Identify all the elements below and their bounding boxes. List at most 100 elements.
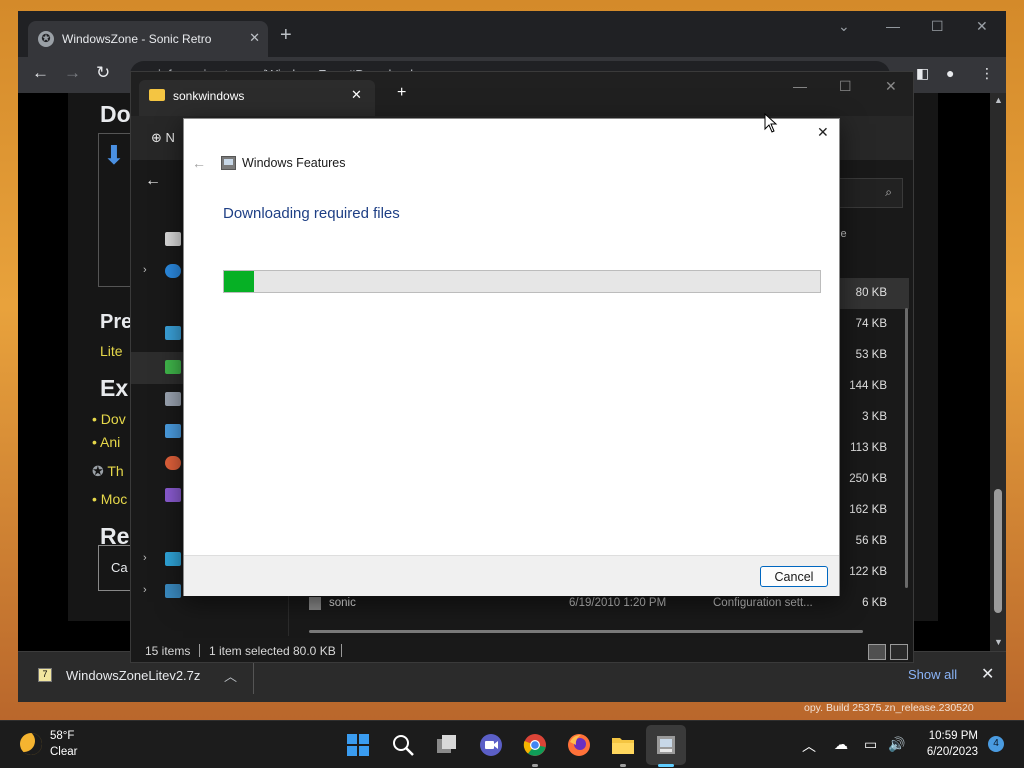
lite-link[interactable]: Lite bbox=[100, 343, 123, 359]
back-icon[interactable]: ← bbox=[145, 172, 161, 190]
minimize-icon[interactable]: — bbox=[886, 18, 900, 34]
browser-tab[interactable]: ✪ WindowsZone - Sonic Retro ✕ bbox=[28, 21, 268, 57]
close-window-icon[interactable]: ✕ bbox=[976, 18, 988, 35]
start-icon[interactable] bbox=[346, 733, 370, 757]
explorer-tab-title: sonkwindows bbox=[173, 89, 245, 103]
profile-icon[interactable]: ● bbox=[946, 65, 954, 81]
scrollbar-thumb[interactable] bbox=[994, 489, 1002, 613]
file-size: 3 KB bbox=[862, 411, 887, 423]
explorer-titlebar: sonkwindows ✕ + — ☐ ✕ bbox=[131, 72, 913, 116]
tab-search-icon[interactable]: ⌄ bbox=[838, 18, 850, 35]
config-file-icon bbox=[309, 597, 321, 610]
chevron-up-icon[interactable]: ︿ bbox=[224, 666, 237, 685]
meet-icon[interactable] bbox=[479, 733, 503, 757]
search-icon: ⌕ bbox=[885, 185, 892, 199]
close-tab-icon[interactable]: ✕ bbox=[351, 87, 362, 103]
maximize-icon[interactable]: ☐ bbox=[931, 18, 944, 35]
running-indicator bbox=[620, 764, 626, 767]
network-icon[interactable] bbox=[165, 584, 181, 598]
home-icon[interactable] bbox=[165, 232, 181, 246]
scroll-up-icon[interactable]: ▲ bbox=[994, 95, 1003, 105]
sync-off-icon[interactable]: ☁ bbox=[834, 736, 848, 753]
tiles-view-icon[interactable] bbox=[890, 644, 908, 660]
page-scrollbar[interactable]: ▲ ▼ bbox=[990, 93, 1006, 651]
chevron-right-icon[interactable]: › bbox=[143, 264, 147, 276]
forward-icon[interactable]: → bbox=[64, 63, 81, 83]
selection-size: 80.0 KB bbox=[293, 644, 336, 658]
file-size: 74 KB bbox=[855, 318, 887, 330]
new-tab-icon[interactable]: + bbox=[397, 84, 406, 102]
sidebar-icon[interactable]: ◧ bbox=[916, 65, 929, 82]
chevron-right-icon[interactable]: › bbox=[143, 552, 147, 564]
file-size: 113 KB bbox=[850, 442, 887, 454]
sonic-favicon-icon: ✪ bbox=[38, 31, 54, 47]
network-icon[interactable]: ▭ bbox=[864, 736, 877, 753]
running-indicator bbox=[532, 764, 538, 767]
back-icon[interactable]: ← bbox=[32, 63, 49, 83]
mouse-cursor-icon bbox=[764, 113, 778, 133]
taskbar: 58°F Clear ︿ ☁ ▭ 🔊 10:59 PM 6/20/2023 4 bbox=[0, 720, 1024, 768]
clock-date[interactable]: 6/20/2023 bbox=[916, 746, 978, 758]
download-arrow-icon: ⬇ bbox=[103, 140, 125, 170]
active-indicator bbox=[658, 764, 674, 767]
chrome-icon[interactable] bbox=[523, 733, 547, 757]
explorer-tab[interactable]: sonkwindows ✕ bbox=[139, 80, 375, 116]
onedrive-icon[interactable] bbox=[165, 264, 181, 278]
windows-features-icon[interactable] bbox=[654, 733, 678, 757]
search-box[interactable]: ⌕ bbox=[831, 178, 903, 208]
videos-icon[interactable] bbox=[165, 488, 181, 502]
file-list-hscrollbar[interactable] bbox=[309, 630, 863, 633]
list-item[interactable]: • Dov bbox=[92, 411, 126, 427]
cancel-button[interactable]: Cancel bbox=[760, 566, 828, 587]
download-file-name[interactable]: WindowsZoneLitev2.7z bbox=[66, 668, 200, 683]
scroll-down-icon[interactable]: ▼ bbox=[994, 637, 1003, 647]
dialog-title: Windows Features bbox=[242, 156, 346, 170]
notification-badge[interactable]: 4 bbox=[988, 736, 1004, 752]
search-icon[interactable] bbox=[391, 733, 415, 757]
browser-tabstrip: ✪ WindowsZone - Sonic Retro ✕ + ⌄ — ☐ ✕ bbox=[18, 11, 1006, 57]
moon-weather-icon[interactable] bbox=[20, 733, 42, 755]
task-view-icon[interactable] bbox=[435, 733, 459, 757]
new-button[interactable]: ⊕ N bbox=[151, 130, 175, 146]
new-tab-icon[interactable]: + bbox=[280, 24, 292, 47]
close-icon[interactable]: ✕ bbox=[817, 124, 829, 141]
documents-icon[interactable] bbox=[165, 392, 181, 406]
details-view-icon[interactable] bbox=[868, 644, 886, 660]
firefox-icon[interactable] bbox=[567, 733, 591, 757]
volume-icon[interactable]: 🔊 bbox=[888, 736, 905, 753]
close-download-bar-icon[interactable]: ✕ bbox=[981, 664, 994, 684]
desktop-icon[interactable] bbox=[165, 326, 181, 340]
back-arrow-icon[interactable]: ← bbox=[192, 155, 206, 171]
extras-heading: Ex bbox=[100, 375, 129, 401]
minimize-icon[interactable]: — bbox=[793, 78, 807, 94]
show-all-button[interactable]: Show all bbox=[908, 667, 957, 682]
file-size: 80 KB bbox=[855, 287, 887, 299]
close-tab-icon[interactable]: ✕ bbox=[249, 30, 260, 46]
list-item[interactable]: • Moc bbox=[92, 491, 127, 507]
file-explorer-icon[interactable] bbox=[611, 733, 635, 757]
clock-time[interactable]: 10:59 PM bbox=[924, 730, 978, 742]
download-progress-bar bbox=[223, 270, 821, 293]
maximize-icon[interactable]: ☐ bbox=[839, 78, 852, 95]
dialog-heading: Downloading required files bbox=[223, 205, 400, 222]
close-window-icon[interactable]: ✕ bbox=[885, 78, 897, 95]
weather-condition[interactable]: Clear bbox=[50, 746, 77, 758]
this-pc-icon[interactable] bbox=[165, 552, 181, 566]
reload-icon[interactable]: ↻ bbox=[96, 63, 110, 83]
previous-heading: Pre bbox=[100, 311, 133, 333]
downloads-icon[interactable] bbox=[165, 360, 181, 374]
progress-fill bbox=[224, 271, 254, 292]
list-item[interactable]: • Ani bbox=[92, 434, 120, 450]
downloads-heading: Do bbox=[100, 101, 131, 127]
file-date: 6/19/2010 1:20 PM bbox=[569, 597, 667, 609]
divider bbox=[253, 660, 254, 694]
pictures-icon[interactable] bbox=[165, 424, 181, 438]
item-count: 15 items bbox=[145, 644, 191, 658]
weather-temperature[interactable]: 58°F bbox=[50, 730, 74, 742]
chevron-up-icon[interactable]: ︿ bbox=[802, 736, 816, 756]
music-icon[interactable] bbox=[165, 456, 181, 470]
menu-kebab-icon[interactable]: ⋮ bbox=[980, 65, 994, 82]
list-item[interactable]: ✪ Th bbox=[92, 463, 124, 480]
file-list-scrollbar[interactable] bbox=[905, 308, 908, 588]
chevron-right-icon[interactable]: › bbox=[143, 584, 147, 596]
